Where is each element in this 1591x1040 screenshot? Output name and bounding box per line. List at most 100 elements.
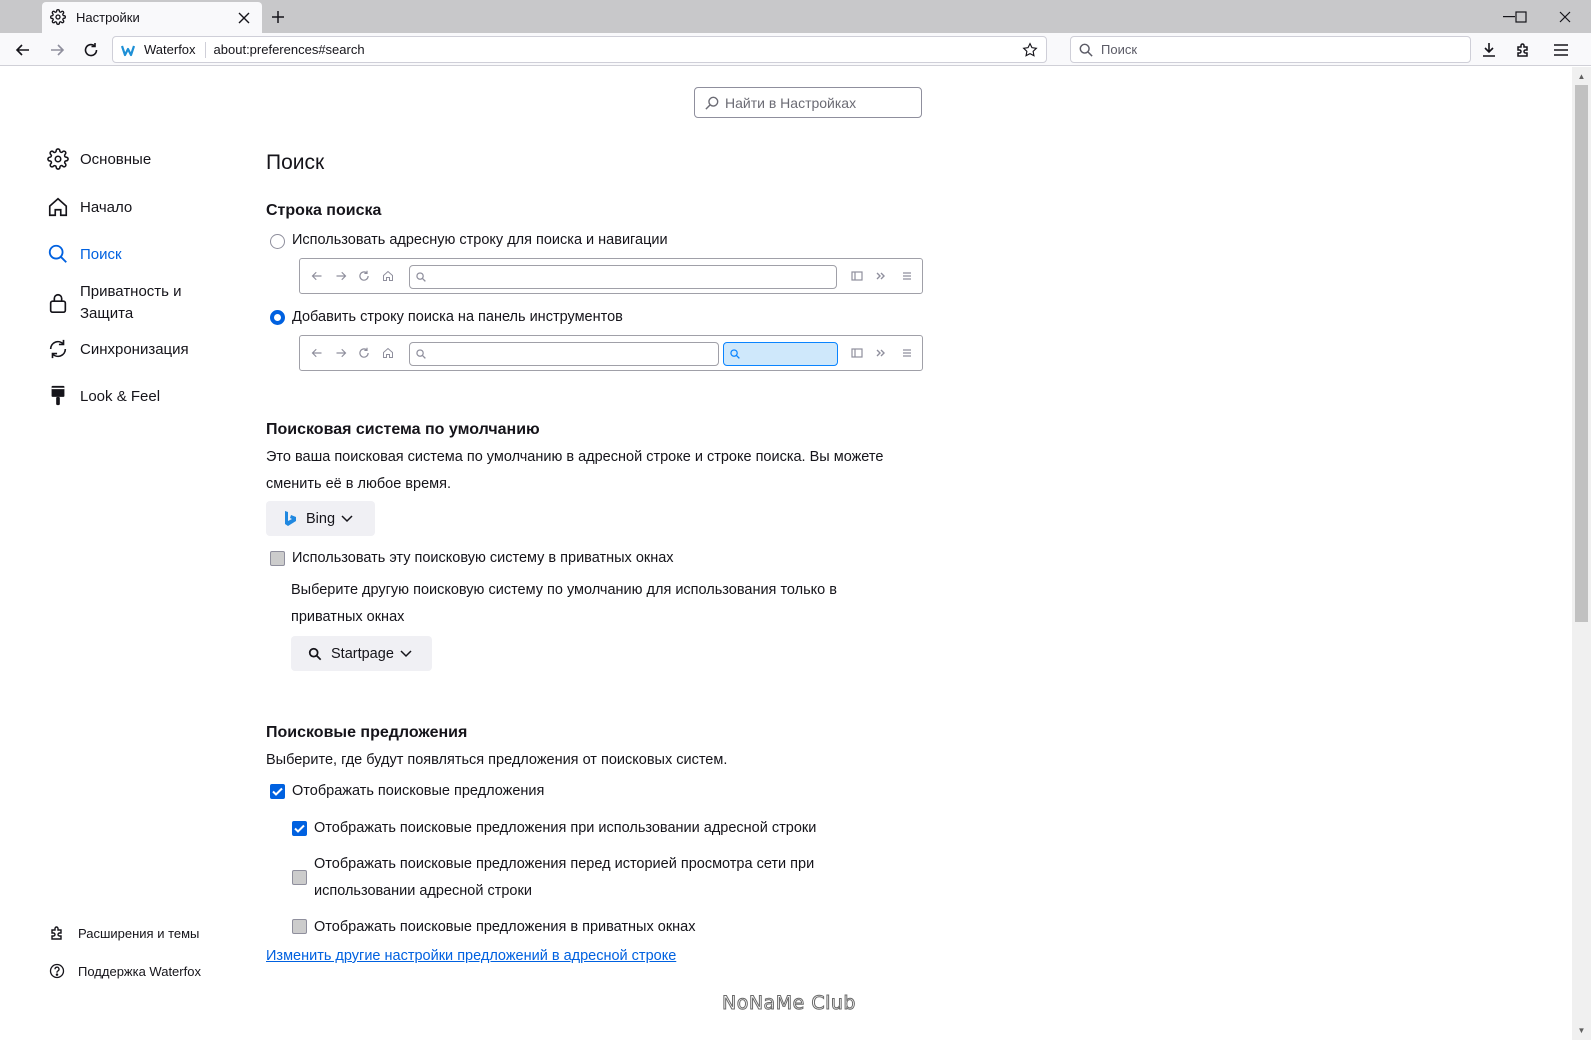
footer-label: Поддержка Waterfox — [78, 963, 201, 979]
close-tab-icon[interactable] — [234, 8, 254, 28]
search-bar-heading: Строка поиска — [266, 202, 382, 219]
menu-icon — [900, 346, 914, 360]
default-engine-dropdown[interactable]: Bing — [266, 501, 375, 536]
category-label: Поиск — [80, 245, 122, 263]
address-bar[interactable]: Waterfox about:preferences#search — [112, 36, 1047, 63]
category-look-and-feel[interactable]: Look & Feel — [46, 384, 160, 408]
vertical-scrollbar[interactable]: ▲ ▼ — [1572, 67, 1591, 1040]
downloads-button[interactable] — [1476, 37, 1502, 63]
url-text[interactable]: about:preferences#search — [214, 42, 1018, 57]
sidebar-toggle-icon — [850, 269, 864, 283]
search-icon — [46, 242, 70, 266]
extensions-button[interactable] — [1510, 37, 1536, 63]
puzzle-icon — [48, 924, 66, 942]
private-engine-desc-line1: Выберите другую поисковую систему по умо… — [291, 582, 837, 598]
new-tab-button[interactable] — [266, 5, 290, 29]
preview-search-field — [723, 342, 838, 366]
private-engine-label: Использовать эту поисковую систему в при… — [292, 550, 674, 566]
category-home[interactable]: Начало — [46, 195, 132, 219]
help-icon — [48, 962, 66, 980]
private-engine-dropdown[interactable]: Startpage — [291, 636, 432, 671]
home-icon — [46, 195, 70, 219]
menu-icon — [900, 269, 914, 283]
navigation-toolbar: Waterfox about:preferences#search Поиск — [0, 33, 1591, 66]
watermark: NoNaMe Club — [722, 992, 856, 1015]
identity-label: Waterfox — [144, 41, 206, 58]
tab-title: Настройки — [76, 10, 140, 25]
address-bar-preview — [299, 258, 923, 294]
show-suggestions-checkbox[interactable] — [270, 784, 285, 799]
search-icon — [1079, 43, 1093, 57]
category-label-line2: Защита — [80, 305, 134, 322]
suggestions-private-checkbox[interactable] — [292, 919, 307, 934]
scrollbar-thumb[interactable] — [1575, 85, 1588, 622]
default-engine-value: Bing — [306, 510, 336, 527]
category-privacy[interactable]: Приватность и Защита — [46, 281, 182, 325]
gear-icon — [46, 147, 70, 171]
extensions-and-themes-link[interactable]: Расширения и темы — [48, 924, 199, 942]
reload-icon — [357, 269, 371, 283]
suggestions-desc: Выберите, где будут появляться предложен… — [266, 752, 728, 768]
category-label: Приватность и — [80, 283, 182, 300]
tab-strip: Настройки — [0, 0, 1591, 33]
find-placeholder: Найти в Настройках — [725, 94, 857, 111]
category-sync[interactable]: Синхронизация — [46, 337, 189, 361]
scroll-up-arrow-icon[interactable]: ▲ — [1576, 71, 1587, 81]
tab-settings[interactable]: Настройки — [42, 2, 262, 33]
private-engine-value: Startpage — [331, 645, 394, 662]
gear-icon — [50, 8, 68, 27]
reload-button[interactable] — [78, 37, 104, 63]
default-engine-heading: Поисковая система по умолчанию — [266, 421, 540, 438]
home-icon — [381, 269, 395, 283]
suggestions-before-history-line1: Отображать поисковые предложения перед и… — [314, 856, 815, 872]
category-label: Начало — [80, 198, 133, 216]
category-general[interactable]: Основные — [46, 147, 151, 171]
startpage-logo-icon — [307, 646, 323, 662]
paintbrush-icon — [46, 384, 70, 408]
scroll-down-arrow-icon[interactable]: ▼ — [1576, 1025, 1587, 1035]
support-link[interactable]: Поддержка Waterfox — [48, 962, 201, 980]
back-arrow-icon — [310, 269, 324, 283]
lock-icon — [46, 291, 70, 315]
category-search[interactable]: Поиск — [46, 242, 122, 266]
search-bar-preview — [299, 335, 923, 371]
private-engine-desc-line2: приватных окнах — [291, 609, 405, 625]
show-suggestions-label: Отображать поисковые предложения — [292, 783, 545, 799]
bookmark-star-icon[interactable] — [1018, 38, 1042, 62]
maximize-button[interactable] — [1505, 0, 1537, 33]
category-label: Синхронизация — [80, 340, 189, 358]
search-icon — [705, 96, 719, 110]
forward-button[interactable] — [44, 37, 70, 63]
chevron-down-icon — [341, 514, 353, 523]
back-button[interactable] — [10, 37, 36, 63]
suggestions-heading: Поисковые предложения — [266, 724, 468, 741]
close-window-button[interactable] — [1545, 0, 1585, 33]
search-placeholder: Поиск — [1101, 42, 1138, 57]
category-label: Look & Feel — [80, 387, 161, 405]
change-suggestion-settings-link[interactable]: Изменить другие настройки предложений в … — [266, 948, 676, 964]
footer-label: Расширения и темы — [78, 925, 200, 941]
suggestions-address-bar-checkbox[interactable] — [292, 821, 307, 836]
radio-label-address-bar: Использовать адресную строку для поиска … — [292, 232, 668, 248]
radio-label-search-bar: Добавить строку поиска на панель инструм… — [292, 309, 623, 325]
menu-hamburger-icon[interactable] — [1548, 37, 1574, 63]
suggestions-private-label: Отображать поисковые предложения в прива… — [314, 919, 696, 935]
preview-url-field — [409, 265, 837, 289]
forward-arrow-icon — [334, 269, 348, 283]
suggestions-address-bar-label: Отображать поисковые предложения при исп… — [314, 820, 817, 836]
preferences-page: Найти в Настройках Основные Начало Поиск… — [0, 67, 1572, 1040]
page-title: Поиск — [266, 151, 325, 174]
back-arrow-icon — [310, 346, 324, 360]
suggestions-before-history-checkbox[interactable] — [292, 870, 307, 885]
waterfox-logo-icon — [121, 42, 137, 58]
radio-add-search-bar[interactable] — [270, 310, 285, 325]
reload-icon — [357, 346, 371, 360]
private-engine-checkbox[interactable] — [270, 551, 285, 566]
preview-url-field — [409, 342, 719, 366]
radio-use-address-bar[interactable] — [270, 234, 285, 249]
overflow-chevron-icon — [874, 269, 888, 283]
chevron-down-icon — [400, 649, 412, 658]
overflow-chevron-icon — [874, 346, 888, 360]
toolbar-search-field[interactable]: Поиск — [1070, 36, 1471, 63]
find-in-settings-input[interactable]: Найти в Настройках — [694, 87, 922, 118]
